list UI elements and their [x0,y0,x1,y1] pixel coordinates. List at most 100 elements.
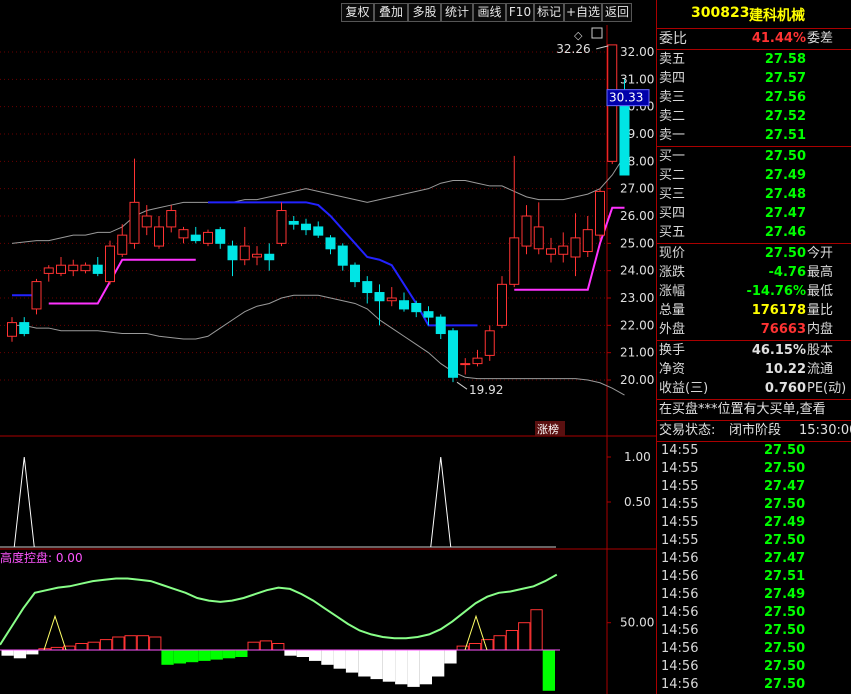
quote-label2: 最高 [807,265,834,280]
candle [105,240,115,285]
tick-price: 27.47 [764,551,806,566]
tick-time: 14:56 [661,641,699,656]
candle [484,325,495,361]
ask-price: 27.51 [764,128,806,143]
ask-label: 卖五 [659,52,686,67]
volume-bar [259,640,273,651]
toolbar-button[interactable]: 返回 [602,3,632,22]
quote-row: 现价 27.50 今开 [659,245,851,263]
candle-body [301,223,311,231]
candle-body [350,264,360,283]
candle-body [448,330,458,378]
toolbar-button[interactable]: +自选 [564,3,602,22]
finance-row: 收益(三) 0.760 PE(动) [659,380,851,398]
volume-bar [13,649,27,659]
volume-bar [87,641,100,651]
window-icon [591,27,603,39]
tick-row: 14:56 27.50 [659,640,851,658]
toolbar-button[interactable]: 统计 [441,3,473,22]
toolbar-button[interactable]: F10 [506,3,534,22]
toolbar-button[interactable]: 复权 [341,3,374,22]
candle [386,287,397,307]
bottom-spike [43,614,67,651]
tick-time: 14:56 [661,569,699,584]
candle [337,243,348,271]
ask-label: 卖二 [659,109,686,124]
tick-time: 14:56 [661,551,699,566]
status-value: 闭市阶段 [729,423,782,438]
candle-body [325,237,336,250]
tick-time: 14:55 [661,461,699,476]
toolbar-button[interactable]: 标记 [534,3,564,22]
finance-label: 收益(三) [659,381,709,396]
weibi-label2: 委差 [807,31,834,46]
candle-body [215,229,226,244]
quote-value: -14.76% [746,284,806,299]
separator [657,243,851,244]
tick-time: 14:56 [661,605,699,620]
tick-price: 27.50 [764,623,806,638]
candle-body [178,229,189,239]
candle-body [252,253,262,258]
tick-price: 27.50 [764,443,806,458]
finance-label: 换手 [659,343,686,358]
notice-text[interactable]: 在买盘***位置有大买单,查看 [659,401,851,419]
chart-area[interactable]: 32.00 31.00 30.00 29.00 28.00 27.00 26.00 25.00… [0,25,656,694]
bid-row: 买三 27.48 [659,186,851,204]
candle-body [7,322,17,337]
candle-body [141,215,152,228]
candle [239,226,250,266]
candle [178,226,189,244]
ask-row: 卖二 27.52 [659,108,851,126]
candle-body [362,281,373,294]
volume-bar [321,649,334,665]
candle-body [19,322,30,335]
candle [313,221,324,238]
bottom-spike [464,614,488,651]
tick-row: 14:56 27.51 [659,568,851,586]
low-label: 19.92 [469,383,503,397]
chart-svg[interactable]: 32.0031.0030.0029.0028.0027.0026.0025.00… [0,25,656,694]
toolbar-button[interactable]: 画线 [473,3,506,22]
bid-label: 买四 [659,206,686,221]
ask-label: 卖四 [659,71,686,86]
bid-price: 27.49 [764,168,806,183]
bid-label: 买二 [659,168,686,183]
volume-bar [493,635,506,651]
toolbar-button[interactable]: 多股 [408,3,441,22]
volume-bar [26,649,39,655]
separator [657,49,851,50]
volume-bar [136,635,150,651]
candle-body [129,201,140,244]
quote-label2: 最低 [807,284,834,299]
volume-bar [505,630,519,651]
candle [264,243,275,271]
tick-price: 27.50 [764,533,806,548]
volume-bar [518,622,531,651]
bid-price: 27.48 [764,187,806,202]
candle-body [533,226,544,250]
candle [423,306,434,326]
price-tick-label: 21.00 [620,346,654,360]
volume-bar [198,649,211,661]
stock-code: 300823 [691,5,750,21]
quote-value: 176178 [751,303,806,318]
candle [117,224,128,257]
candle [448,328,458,383]
toolbar-button[interactable]: 叠加 [374,3,408,22]
stock-header[interactable]: 300823 建科机械 [657,0,851,27]
volume-bar [296,649,310,657]
tick-row: 14:56 27.50 [659,622,851,640]
candle-body [411,302,422,313]
candle-body [558,245,569,255]
volume-bar [247,641,260,651]
candle-body [264,253,275,261]
candle [411,300,422,318]
quote-label: 涨跌 [659,265,686,280]
candle [460,358,471,375]
volume-bar [432,649,445,677]
volume-bar [407,649,420,687]
tick-row: 14:56 27.49 [659,586,851,604]
candle [509,155,520,288]
candle-body [43,267,54,274]
